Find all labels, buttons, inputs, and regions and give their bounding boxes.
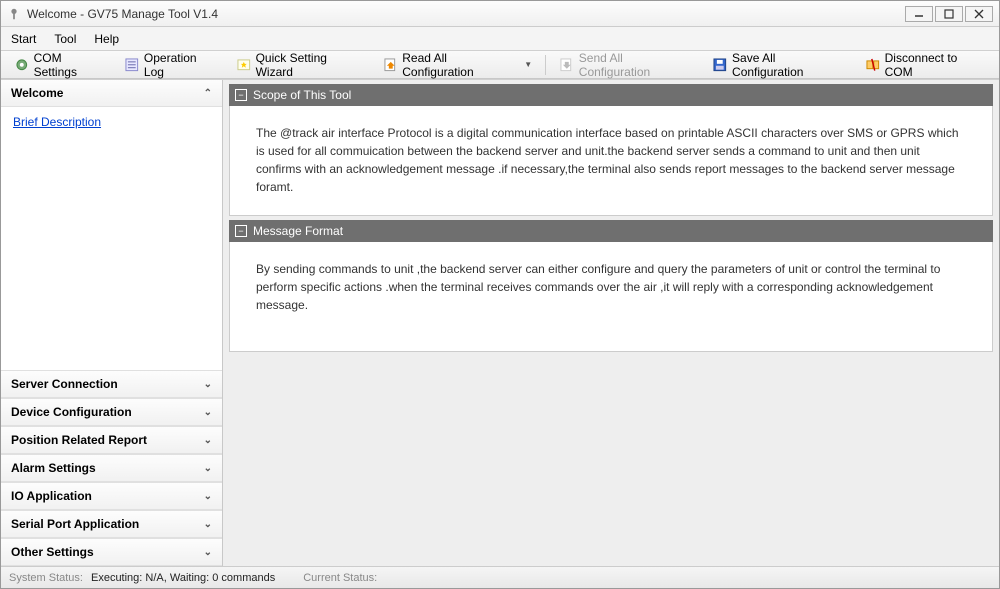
chevron-down-icon: ⌄ [204, 547, 212, 558]
collapse-icon[interactable]: − [235, 89, 247, 101]
sidebar-welcome-body: Brief Description [1, 107, 222, 370]
minimize-button[interactable] [905, 6, 933, 22]
sidebar-serial-port-application[interactable]: Serial Port Application ⌄ [1, 510, 222, 538]
scope-panel: − Scope of This Tool The @track air inte… [229, 84, 993, 216]
quick-setting-wizard-label: Quick Setting Wizard [256, 51, 365, 79]
scope-panel-body: The @track air interface Protocol is a d… [229, 106, 993, 216]
menu-tool[interactable]: Tool [54, 32, 76, 46]
wizard-icon [236, 57, 252, 73]
system-status-value: Executing: N/A, Waiting: 0 commands [91, 572, 275, 584]
brief-description-link[interactable]: Brief Description [13, 115, 101, 129]
statusbar: System Status: Executing: N/A, Waiting: … [1, 566, 999, 588]
close-button[interactable] [965, 6, 993, 22]
sidebar-other-settings-label: Other Settings [11, 545, 94, 559]
maximize-button[interactable] [935, 6, 963, 22]
toolbar-separator [545, 55, 546, 75]
com-settings-label: COM Settings [34, 51, 107, 79]
chevron-down-icon: ⌄ [204, 379, 212, 390]
quick-setting-wizard-button[interactable]: Quick Setting Wizard [229, 48, 372, 82]
sidebar-welcome-label: Welcome [11, 86, 63, 100]
message-format-panel-body: By sending commands to unit ,the backend… [229, 242, 993, 352]
titlebar: Welcome - GV75 Manage Tool V1.4 [1, 1, 999, 27]
scope-panel-title: Scope of This Tool [253, 88, 351, 102]
sidebar-device-configuration-label: Device Configuration [11, 405, 132, 419]
scope-panel-header: − Scope of This Tool [229, 84, 993, 106]
log-icon [124, 57, 140, 73]
menu-start[interactable]: Start [11, 32, 36, 46]
read-icon [383, 57, 399, 73]
sidebar-bottom: Server Connection ⌄ Device Configuration… [1, 370, 222, 566]
sidebar-alarm-settings-label: Alarm Settings [11, 461, 96, 475]
app-icon [7, 7, 21, 21]
read-all-config-button[interactable]: Read All Configuration ▼ [376, 48, 540, 82]
sidebar-welcome-header[interactable]: Welcome ⌃ [1, 80, 222, 107]
sidebar-alarm-settings[interactable]: Alarm Settings ⌄ [1, 454, 222, 482]
save-all-config-button[interactable]: Save All Configuration [705, 48, 854, 82]
current-status-label: Current Status: [303, 572, 377, 584]
send-icon [559, 57, 575, 73]
menu-help[interactable]: Help [94, 32, 119, 46]
disconnect-com-label: Disconnect to COM [885, 51, 986, 79]
chevron-up-icon: ⌃ [204, 88, 212, 99]
message-format-panel-text: By sending commands to unit ,the backend… [256, 262, 940, 312]
sidebar-position-related-report-label: Position Related Report [11, 433, 147, 447]
sidebar-serial-port-application-label: Serial Port Application [11, 517, 139, 531]
chevron-down-icon: ⌄ [204, 407, 212, 418]
sidebar-other-settings[interactable]: Other Settings ⌄ [1, 538, 222, 566]
sidebar-position-related-report[interactable]: Position Related Report ⌄ [1, 426, 222, 454]
send-all-config-button[interactable]: Send All Configuration [552, 48, 701, 82]
gear-icon [14, 57, 30, 73]
com-settings-button[interactable]: COM Settings [7, 48, 113, 82]
dropdown-arrow-icon[interactable]: ▼ [524, 60, 532, 69]
sidebar-server-connection[interactable]: Server Connection ⌄ [1, 370, 222, 398]
message-format-panel-header: − Message Format [229, 220, 993, 242]
sidebar-server-connection-label: Server Connection [11, 377, 118, 391]
save-all-config-label: Save All Configuration [732, 51, 847, 79]
window-controls [905, 6, 993, 22]
read-all-config-label: Read All Configuration [402, 51, 518, 79]
system-status-label: System Status: [9, 572, 83, 584]
sidebar-io-application[interactable]: IO Application ⌄ [1, 482, 222, 510]
main-area: Welcome ⌃ Brief Description Server Conne… [1, 79, 999, 566]
send-all-config-label: Send All Configuration [579, 51, 695, 79]
disconnect-com-button[interactable]: Disconnect to COM [858, 48, 993, 82]
sidebar: Welcome ⌃ Brief Description Server Conne… [1, 80, 223, 566]
sidebar-io-application-label: IO Application [11, 489, 92, 503]
collapse-icon[interactable]: − [235, 225, 247, 237]
operation-log-label: Operation Log [144, 51, 218, 79]
content-area: − Scope of This Tool The @track air inte… [223, 80, 999, 566]
chevron-down-icon: ⌄ [204, 491, 212, 502]
scope-panel-text: The @track air interface Protocol is a d… [256, 126, 959, 194]
sidebar-device-configuration[interactable]: Device Configuration ⌄ [1, 398, 222, 426]
disconnect-icon [865, 57, 881, 73]
toolbar: COM Settings Operation Log Quick Setting… [1, 51, 999, 79]
window-title: Welcome - GV75 Manage Tool V1.4 [27, 7, 905, 21]
save-icon [712, 57, 728, 73]
chevron-down-icon: ⌄ [204, 435, 212, 446]
message-format-panel-title: Message Format [253, 224, 343, 238]
message-format-panel: − Message Format By sending commands to … [229, 220, 993, 352]
operation-log-button[interactable]: Operation Log [117, 48, 225, 82]
chevron-down-icon: ⌄ [204, 463, 212, 474]
chevron-down-icon: ⌄ [204, 519, 212, 530]
